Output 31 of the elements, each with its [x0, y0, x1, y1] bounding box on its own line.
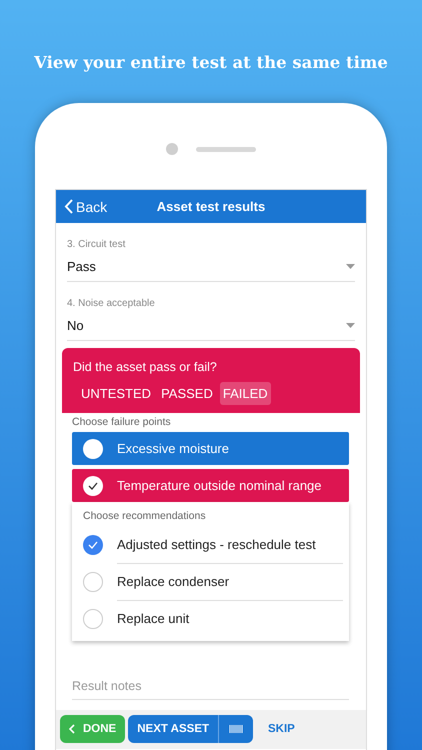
failure-option[interactable]: Excessive moisture — [72, 432, 349, 465]
dropdown-field[interactable]: No — [67, 309, 355, 341]
result-option[interactable]: FAILED — [220, 382, 271, 405]
dropdown-arrow-icon — [346, 323, 355, 328]
field-label: 3. Circuit test — [67, 239, 126, 250]
section-label: Choose recommendations — [82, 510, 207, 522]
camera-dot — [166, 143, 178, 155]
check-icon — [88, 540, 98, 548]
screen-title: Asset test results — [156, 199, 266, 214]
done-button[interactable]: DONE — [60, 715, 126, 743]
result-question: Did the asset pass or fail? — [73, 360, 218, 374]
speaker-slot — [196, 146, 256, 152]
dropdown-field[interactable]: Pass — [67, 250, 355, 282]
result-option[interactable]: UNTESTED — [78, 382, 154, 405]
field-label: 4. Noise acceptable — [67, 298, 156, 309]
recommendation-option[interactable]: Replace unit — [72, 600, 349, 637]
back-button[interactable]: Back — [56, 198, 114, 216]
headline: View your entire test at the same time — [33, 52, 389, 72]
dropdown-arrow-icon — [346, 264, 355, 269]
skip-button[interactable]: SKIP — [256, 723, 307, 735]
check-icon — [88, 482, 98, 490]
recommendation-option[interactable]: Adjusted settings - reschedule test — [72, 526, 349, 563]
result-option[interactable]: PASSED — [158, 382, 216, 405]
recommendation-option[interactable]: Replace condenser — [72, 563, 349, 600]
barcode-icon — [229, 724, 244, 734]
chevron-left-icon — [69, 724, 75, 734]
section-label: Choose failure points — [71, 415, 172, 428]
barcode-button[interactable] — [218, 715, 254, 743]
next-asset-button[interactable]: NEXT ASSET — [128, 715, 218, 743]
chevron-left-icon — [64, 199, 73, 214]
failure-option[interactable]: Temperature outside nominal range — [72, 469, 349, 502]
